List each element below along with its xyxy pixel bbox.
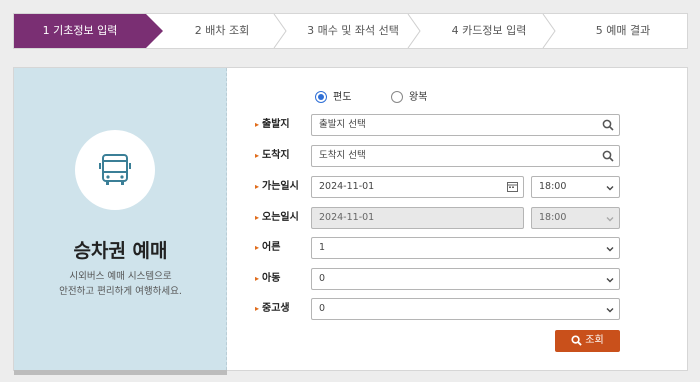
page-title: 승차권 예매 <box>73 240 168 262</box>
step-separator-icon <box>407 14 421 48</box>
radio-unchecked-icon <box>391 91 403 103</box>
search-icon <box>602 119 614 131</box>
chevron-down-icon <box>606 186 614 191</box>
search-icon <box>602 150 614 162</box>
panel-bottom-strip <box>14 370 227 375</box>
depart-time-select[interactable]: 18:00 <box>531 176 620 198</box>
radio-round-trip[interactable]: 왕복 <box>391 91 427 105</box>
bus-icon <box>99 154 131 185</box>
bullet-arrow-icon: ▸ <box>255 151 260 160</box>
step-basic-info: 1 기초정보 입력 <box>14 14 163 48</box>
chevron-down-icon <box>606 217 614 222</box>
search-icon <box>571 334 583 346</box>
return-date-input: 2024-11-01 <box>311 207 524 229</box>
radio-one-way[interactable]: 편도 <box>315 91 351 105</box>
youth-count-select[interactable]: 0 <box>311 298 620 320</box>
chevron-down-icon <box>606 247 614 252</box>
bullet-arrow-icon: ▸ <box>255 182 260 191</box>
bullet-arrow-icon: ▸ <box>255 120 260 129</box>
child-count-select[interactable]: 0 <box>311 268 620 290</box>
step-separator-icon <box>542 14 556 48</box>
progress-steps: 1 기초정보 입력 2 배차 조회 3 매수 및 좌석 선택 4 카드정보 입력… <box>13 13 688 49</box>
step-schedule: 2 배차 조회 <box>194 24 250 37</box>
chevron-down-icon <box>606 308 614 313</box>
booking-panel: 승차권 예매 시외버스 예매 시스템으로 안전하고 편리하게 여행하세요. 편도… <box>13 67 688 375</box>
step-seats: 3 매수 및 좌석 선택 <box>307 24 399 37</box>
arrival-input[interactable]: 도착지 선택 <box>311 145 620 167</box>
bullet-arrow-icon: ▸ <box>255 274 260 283</box>
intro-description: 시외버스 예매 시스템으로 안전하고 편리하게 여행하세요. <box>59 271 182 297</box>
bullet-arrow-icon: ▸ <box>255 213 260 222</box>
chevron-down-icon <box>606 278 614 283</box>
step-result: 5 예매 결과 <box>595 24 651 37</box>
departure-input[interactable]: 출발지 선택 <box>311 114 620 136</box>
step-card-info: 4 카드정보 입력 <box>451 24 527 37</box>
search-button[interactable]: 조회 <box>555 330 620 352</box>
return-time-select: 18:00 <box>531 207 620 229</box>
calendar-icon[interactable] <box>507 181 518 192</box>
bullet-arrow-icon: ▸ <box>255 304 260 313</box>
radio-checked-icon <box>315 91 327 103</box>
depart-date-input[interactable]: 2024-11-01 <box>311 176 524 198</box>
bus-icon-circle <box>75 130 155 210</box>
step-separator-icon <box>273 14 287 48</box>
intro-panel: 승차권 예매 시외버스 예매 시스템으로 안전하고 편리하게 여행하세요. <box>14 68 227 375</box>
bullet-arrow-icon: ▸ <box>255 243 260 252</box>
adult-count-select[interactable]: 1 <box>311 237 620 259</box>
